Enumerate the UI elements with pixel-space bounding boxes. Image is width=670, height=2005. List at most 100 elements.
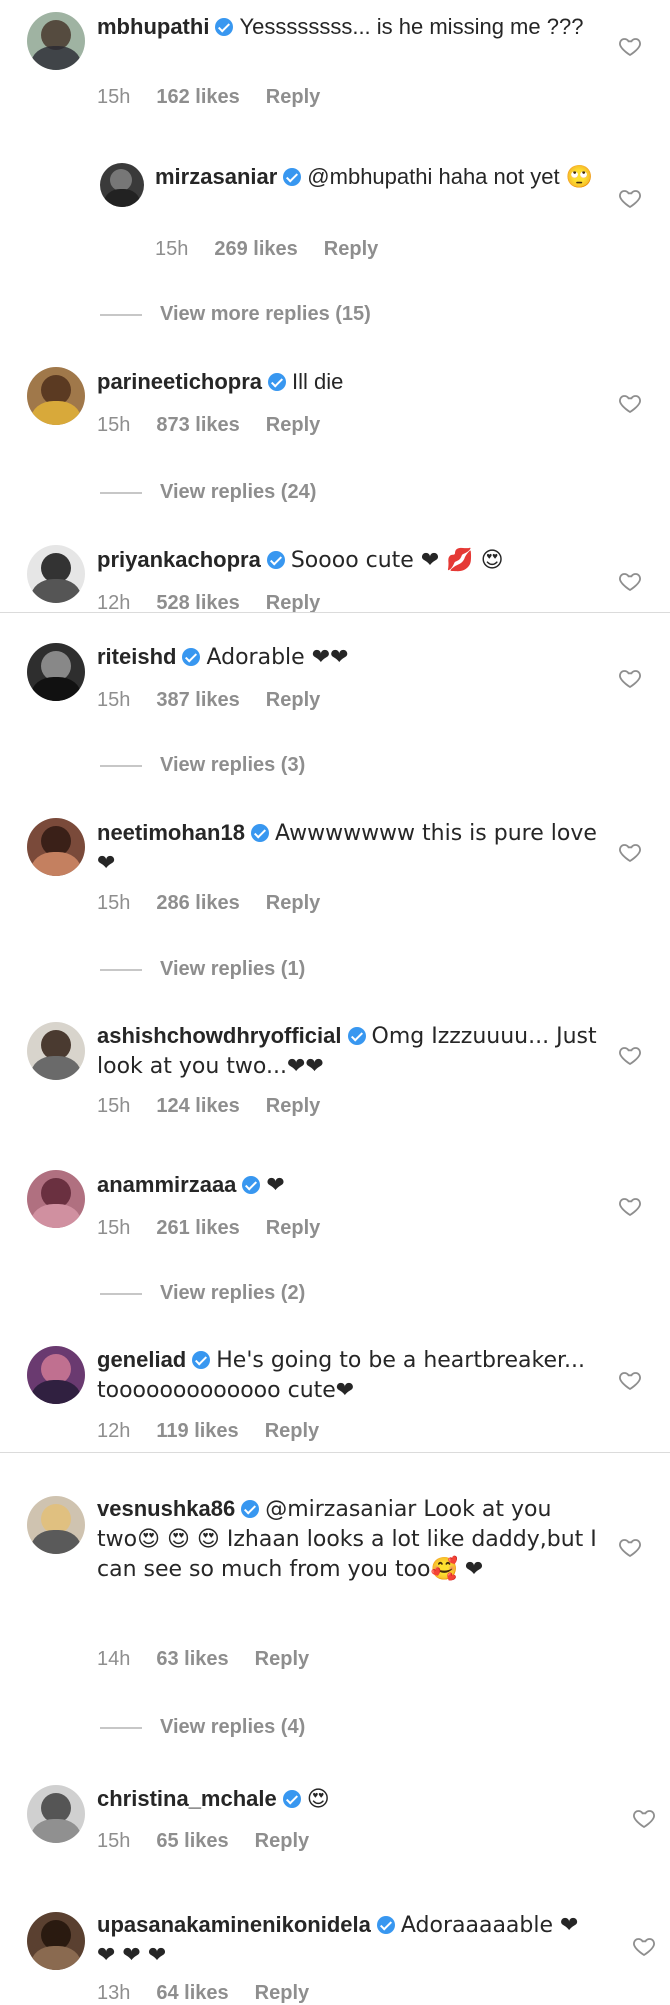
heart-icon[interactable]	[618, 391, 642, 415]
avatar[interactable]	[27, 12, 85, 70]
timestamp: 15h	[97, 86, 131, 108]
heart-icon[interactable]	[618, 1043, 642, 1067]
comment-body: Soooo cute ❤ 💋 😍	[290, 548, 504, 573]
timestamp: 15h	[97, 1217, 131, 1239]
likes-count[interactable]: 124 likes	[156, 1095, 239, 1118]
view-replies-button[interactable]: View replies (1)	[100, 958, 305, 981]
username-link[interactable]: mirzasaniar	[155, 164, 277, 189]
comment-text-block: upasanakaminenikonidela Adoraaaaable ❤ ❤ …	[97, 1910, 597, 1970]
likes-count[interactable]: 873 likes	[156, 414, 239, 437]
comment-text-block: ashishchowdhryofficial Omg Izzzuuuu... Ju…	[97, 1021, 597, 1081]
username-link[interactable]: anammirzaaa	[97, 1172, 236, 1197]
comment-body: ❤	[266, 1173, 285, 1198]
verified-badge-icon	[241, 1500, 260, 1518]
heart-icon[interactable]	[618, 1368, 642, 1392]
username-link[interactable]: parineetichopra	[97, 369, 262, 394]
likes-count[interactable]: 65 likes	[156, 1830, 228, 1853]
username-link[interactable]: christina_mchale	[97, 1786, 277, 1811]
avatar[interactable]	[27, 1346, 85, 1404]
avatar[interactable]	[27, 643, 85, 701]
heart-icon[interactable]	[632, 1806, 656, 1830]
likes-count[interactable]: 261 likes	[156, 1217, 239, 1240]
verified-badge-icon	[283, 168, 302, 186]
verified-badge-icon	[266, 551, 285, 569]
reply-button[interactable]: Reply	[324, 238, 378, 261]
username-link[interactable]: priyankachopra	[97, 547, 261, 572]
heart-icon[interactable]	[618, 569, 642, 593]
likes-count[interactable]: 119 likes	[156, 1420, 238, 1443]
view-replies-label: View replies (24)	[160, 481, 317, 503]
username-link[interactable]: geneliad	[97, 1347, 186, 1372]
reply-button[interactable]: Reply	[266, 1095, 320, 1118]
reply-button[interactable]: Reply	[255, 1830, 309, 1853]
username-link[interactable]: upasanakaminenikonidela	[97, 1912, 371, 1937]
avatar[interactable]	[27, 367, 85, 425]
view-replies-button[interactable]: View replies (24)	[100, 481, 316, 504]
verified-badge-icon	[215, 18, 234, 36]
comment-body: Ill die	[292, 369, 344, 394]
reply-button[interactable]: Reply	[255, 1982, 309, 2005]
verified-badge-icon	[268, 373, 287, 391]
username-link[interactable]: vesnushka86	[97, 1496, 235, 1521]
likes-count[interactable]: 387 likes	[156, 689, 239, 712]
comment-text-block: parineetichopra Ill die	[97, 367, 597, 396]
likes-count[interactable]: 162 likes	[156, 86, 239, 109]
view-replies-button[interactable]: View replies (2)	[100, 1282, 305, 1305]
timestamp: 15h	[97, 689, 131, 711]
reply-button[interactable]: Reply	[266, 1217, 320, 1240]
likes-count[interactable]: 64 likes	[156, 1982, 228, 2005]
comment-meta: 15h 261 likes Reply	[97, 1217, 320, 1240]
reply-button[interactable]: Reply	[266, 689, 320, 712]
divider-dash	[100, 313, 142, 316]
avatar[interactable]	[27, 1022, 85, 1080]
avatar[interactable]	[27, 1170, 85, 1228]
heart-icon[interactable]	[618, 1194, 642, 1218]
heart-icon[interactable]	[618, 1535, 642, 1559]
comment-text-block: priyankachopra Soooo cute ❤ 💋 😍	[97, 545, 597, 575]
comment-text-block: mirzasaniar @mbhupathi haha not yet 🙄	[155, 162, 605, 191]
view-replies-label: View replies (3)	[160, 754, 306, 776]
comment-text-block: geneliad He's going to be a heartbreaker.…	[97, 1345, 597, 1405]
verified-badge-icon	[242, 1176, 261, 1194]
section-divider	[0, 1452, 670, 1453]
timestamp: 15h	[97, 414, 131, 436]
avatar[interactable]	[100, 163, 144, 207]
comment-body: Yessssssss... is he missing me ???	[239, 14, 584, 39]
comment-meta: 15h 873 likes Reply	[97, 414, 320, 437]
view-replies-button[interactable]: View replies (4)	[100, 1716, 305, 1739]
heart-icon[interactable]	[618, 840, 642, 864]
username-link[interactable]: ashishchowdhryofficial	[97, 1023, 342, 1048]
heart-icon[interactable]	[632, 1934, 656, 1958]
timestamp: 15h	[97, 1830, 131, 1852]
view-replies-label: View replies (2)	[160, 1282, 306, 1304]
reply-button[interactable]: Reply	[266, 414, 320, 437]
avatar[interactable]	[27, 818, 85, 876]
comment-meta: 14h 63 likes Reply	[97, 1648, 309, 1671]
reply-button[interactable]: Reply	[255, 1648, 309, 1671]
view-replies-button[interactable]: View replies (3)	[100, 754, 305, 777]
username-link[interactable]: mbhupathi	[97, 14, 209, 39]
avatar[interactable]	[27, 1912, 85, 1970]
heart-icon[interactable]	[618, 186, 642, 210]
timestamp: 13h	[97, 1982, 131, 2004]
reply-button[interactable]: Reply	[266, 86, 320, 109]
heart-icon[interactable]	[618, 34, 642, 58]
reply-button[interactable]: Reply	[266, 892, 320, 915]
comment-meta: 15h 65 likes Reply	[97, 1830, 309, 1853]
likes-count[interactable]: 286 likes	[156, 892, 239, 915]
avatar[interactable]	[27, 545, 85, 603]
reply-button[interactable]: Reply	[265, 1420, 319, 1443]
verified-badge-icon	[250, 824, 269, 842]
username-link[interactable]: neetimohan18	[97, 820, 245, 845]
comment-text-block: mbhupathi Yessssssss... is he missing me …	[97, 12, 597, 41]
verified-badge-icon	[182, 648, 201, 666]
likes-count[interactable]: 269 likes	[214, 238, 297, 261]
comment-meta: 15h 286 likes Reply	[97, 892, 320, 915]
avatar[interactable]	[27, 1785, 85, 1843]
likes-count[interactable]: 63 likes	[156, 1648, 228, 1671]
view-replies-button[interactable]: View more replies (15)	[100, 303, 371, 326]
username-link[interactable]: riteishd	[97, 644, 176, 669]
avatar[interactable]	[27, 1496, 85, 1554]
comment-text-block: neetimohan18 Awwwwwww this is pure love ❤	[97, 818, 597, 878]
heart-icon[interactable]	[618, 666, 642, 690]
